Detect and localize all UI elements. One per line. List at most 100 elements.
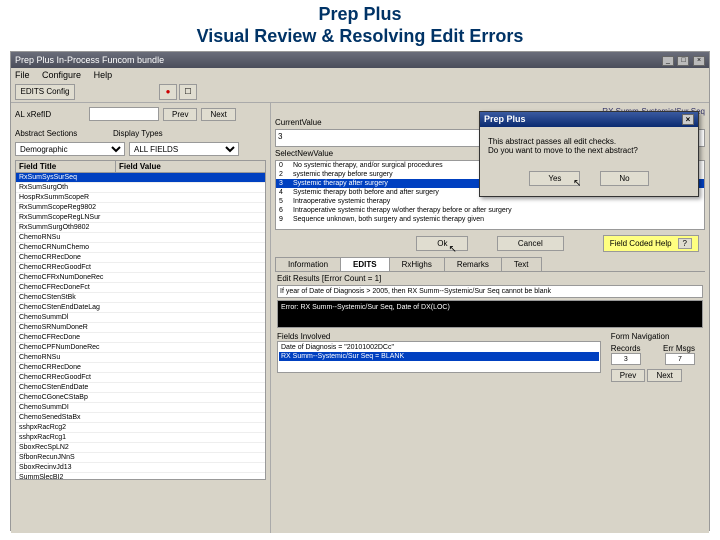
field-list-row[interactable]: ChemoCRRecGoodFct <box>16 373 265 383</box>
field-coded-help[interactable]: Field Coded Help ? <box>603 235 699 252</box>
field-list-row[interactable]: ChemoRNSu <box>16 353 265 363</box>
field-list-row[interactable]: ChemoCStenEndDate <box>16 383 265 393</box>
stop-icon[interactable]: ● <box>159 84 177 100</box>
display-label: Display Types <box>113 129 183 138</box>
field-list-row[interactable]: ChemoCGoneCStaBp <box>16 393 265 403</box>
window-controls: _ □ × <box>661 54 705 66</box>
field-list-row[interactable]: RxSumSysSurSeq <box>16 173 265 183</box>
errmsgs-value <box>665 353 695 365</box>
sections-label: Abstract Sections <box>15 129 85 138</box>
tabs: InformationEDITSRxHighsRemarksText <box>275 257 705 272</box>
field-list-row[interactable]: ChemoCFRecDoneFct <box>16 283 265 293</box>
tab-text[interactable]: Text <box>501 257 542 271</box>
exit-icon[interactable]: ☐ <box>179 84 197 100</box>
field-list-row[interactable]: ChemoCRRecDone <box>16 253 265 263</box>
select-option-row[interactable]: 6Intraoperative systemic therapy w/other… <box>276 206 704 215</box>
field-list-row[interactable]: SboxRecinvJd13 <box>16 463 265 473</box>
field-list-row[interactable]: sshpxRacRcg1 <box>16 433 265 443</box>
field-list-row[interactable]: ChemoCPFNumDoneRec <box>16 343 265 353</box>
nav-next-button[interactable]: Next <box>647 369 681 382</box>
menubar: File Configure Help <box>11 68 709 82</box>
window-title: Prep Plus In-Process Funcom bundle <box>15 55 164 65</box>
field-list-row[interactable]: SfbonRecunJNnS <box>16 453 265 463</box>
menu-help[interactable]: Help <box>94 70 113 80</box>
cursor-icon: ↖ <box>573 178 581 189</box>
form-navigation: Form Navigation Records Err Msgs Prev Ne… <box>611 332 703 382</box>
close-icon[interactable]: × <box>693 56 705 66</box>
select-option-row[interactable]: 9Sequence unknown, both surgery and syst… <box>276 215 704 224</box>
field-list[interactable]: Field Title Field Value RxSumSysSurSeqRx… <box>15 160 266 480</box>
edits-tab-panel: Edit Results [Error Count = 1] If year o… <box>275 272 705 384</box>
field-list-row[interactable]: RxSummScopeReg9802 <box>16 203 265 213</box>
dialog-line2: Do you want to move to the next abstract… <box>488 146 690 155</box>
error-box: Error: RX Summ--Systemic/Sur Seq, Date o… <box>277 300 703 328</box>
dialog-line1: This abstract passes all edit checks. <box>488 137 690 146</box>
app-window: Prep Plus In-Process Funcom bundle _ □ ×… <box>10 51 710 531</box>
col-field-title: Field Title <box>16 161 116 172</box>
ok-button[interactable]: Ok <box>416 236 468 251</box>
field-list-row[interactable]: ChemoSenedStaBx <box>16 413 265 423</box>
prev-button[interactable]: Prev <box>163 108 197 121</box>
tab-remarks[interactable]: Remarks <box>444 257 502 271</box>
select-option-row[interactable]: 5Intraoperative systemic therapy <box>276 197 704 206</box>
dialog-title: Prep Plus <box>484 114 526 125</box>
slide-title-2: Visual Review & Resolving Edit Errors <box>0 26 720 48</box>
field-list-row[interactable]: SummSlecBI2 <box>16 473 265 480</box>
records-value <box>611 353 641 365</box>
titlebar: Prep Plus In-Process Funcom bundle _ □ × <box>11 52 709 68</box>
right-panel: RX Summ-Systemic/Sur Seq CurrentValue 3 … <box>271 103 709 533</box>
field-list-row[interactable]: RxSummSurgOth9802 <box>16 223 265 233</box>
field-list-row[interactable]: ChemoCRRecGoodFct <box>16 263 265 273</box>
display-select[interactable]: ALL FIELDS <box>129 142 239 156</box>
field-list-row[interactable]: ChemoRNSu <box>16 233 265 243</box>
next-button[interactable]: Next <box>201 108 235 121</box>
left-panel: AL xRefID Prev Next Abstract Sections Di… <box>11 103 271 533</box>
refid-input[interactable] <box>89 107 159 121</box>
field-list-row[interactable]: sshpxRacRcg2 <box>16 423 265 433</box>
tab-edits[interactable]: EDITS <box>340 257 390 271</box>
field-list-row[interactable]: RxSumSurgOth <box>16 183 265 193</box>
field-list-row[interactable]: ChemoSRNumDoneR <box>16 323 265 333</box>
field-list-row[interactable]: ChemoCFRxNumDoneRec <box>16 273 265 283</box>
fields-involved-label: Fields Involved <box>277 332 601 341</box>
cancel-button[interactable]: Cancel <box>497 236 564 251</box>
nav-prev-button[interactable]: Prev <box>611 369 645 382</box>
field-list-row[interactable]: ChemoCFRecDone <box>16 333 265 343</box>
confirm-dialog: Prep Plus × This abstract passes all edi… <box>479 111 699 197</box>
field-list-row[interactable]: RxSummScopeRegLNSur <box>16 213 265 223</box>
fields-involved-list[interactable]: Date of Diagnosis = "20101002DCc"RX Summ… <box>277 341 601 373</box>
maximize-icon[interactable]: □ <box>677 56 689 66</box>
col-field-value: Field Value <box>116 161 265 172</box>
records-label: Records <box>611 344 651 353</box>
help-label: Field Coded Help <box>610 239 672 248</box>
field-list-row[interactable]: ChemoSummDl <box>16 313 265 323</box>
error-label: Error <box>281 304 297 311</box>
tab-information[interactable]: Information <box>275 257 341 271</box>
field-list-row[interactable]: ChemoCRRecDone <box>16 363 265 373</box>
toolbar: EDITS Config ● ☐ <box>11 82 709 103</box>
menu-file[interactable]: File <box>15 70 30 80</box>
tab-rxhighs[interactable]: RxHighs <box>389 257 445 271</box>
help-icon[interactable]: ? <box>678 238 692 249</box>
slide-title-1: Prep Plus <box>0 4 720 26</box>
field-list-row[interactable]: ChemoCStenEndDateLag <box>16 303 265 313</box>
edit-results-label: Edit Results [Error Count = 1] <box>277 274 703 283</box>
dialog-yes-button[interactable]: Yes ↖ <box>529 171 580 186</box>
field-list-row[interactable]: SboxRecSpLN2 <box>16 443 265 453</box>
edits-config-button[interactable]: EDITS Config <box>15 84 75 100</box>
dialog-close-icon[interactable]: × <box>682 114 694 125</box>
refid-label: AL xRefID <box>15 110 85 119</box>
form-nav-label: Form Navigation <box>611 332 703 341</box>
sections-select[interactable]: Demographic <box>15 142 125 156</box>
fields-involved-row[interactable]: RX Summ--Systemic/Sur Seq = BLANK <box>279 352 599 361</box>
minimize-icon[interactable]: _ <box>662 56 674 66</box>
field-list-row[interactable]: ChemoSummDI <box>16 403 265 413</box>
dialog-no-button[interactable]: No <box>600 171 648 186</box>
field-list-row[interactable]: ChemoCRNumChemo <box>16 243 265 253</box>
field-list-row[interactable]: ChemoCStenStBk <box>16 293 265 303</box>
fields-involved-row[interactable]: Date of Diagnosis = "20101002DCc" <box>279 343 599 352</box>
error-text: RX Summ--Systemic/Sur Seq, Date of DX(LO… <box>300 304 449 311</box>
field-list-row[interactable]: HospRxSummScopeR <box>16 193 265 203</box>
errmsgs-label: Err Msgs <box>663 344 703 353</box>
menu-configure[interactable]: Configure <box>42 70 81 80</box>
